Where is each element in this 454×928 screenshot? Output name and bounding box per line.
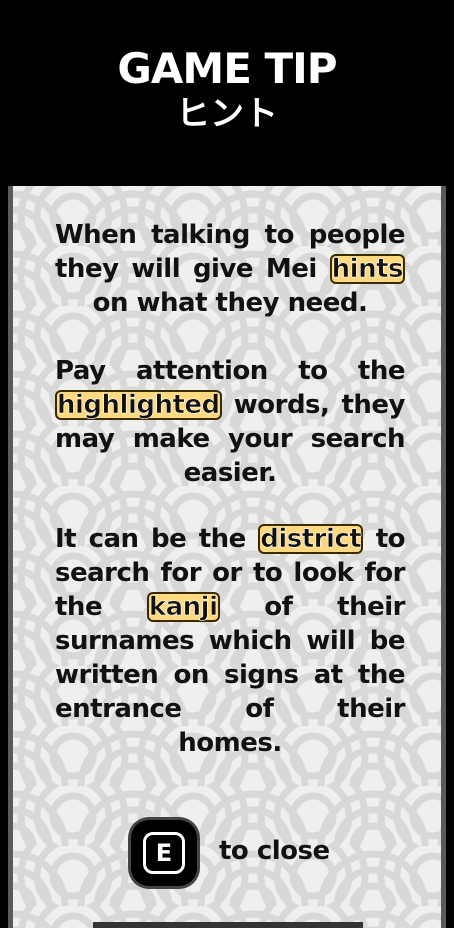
p3-text-before: It can be the [55,524,259,554]
e-key-icon[interactable]: E [131,820,197,886]
highlight-highlighted: highlighted [55,390,222,420]
e-key-label: E [143,832,185,874]
close-label: to close [219,836,330,866]
p1-text-after: on what they need. [92,288,368,318]
p2-text-before: Pay attention to the [55,356,406,386]
tip-subtitle: ヒント [176,94,278,134]
tip-paragraph-2: Pay attention to the highlighted words, … [55,354,406,490]
tip-paragraph-3: It can be the district to search for or … [55,522,406,760]
tip-paragraph-1: When talking to people they will give Me… [55,218,406,320]
highlight-district: district [258,524,364,554]
highlight-hints: hints [329,254,405,284]
tip-title: GAME TIP [117,44,337,93]
highlight-kanji: kanji [146,592,220,622]
tip-panel: When talking to people they will give Me… [8,186,446,928]
close-hint: E to close [13,816,441,892]
panel-bottom-divider [93,922,363,928]
tip-header: GAME TIP ヒント [0,0,454,186]
